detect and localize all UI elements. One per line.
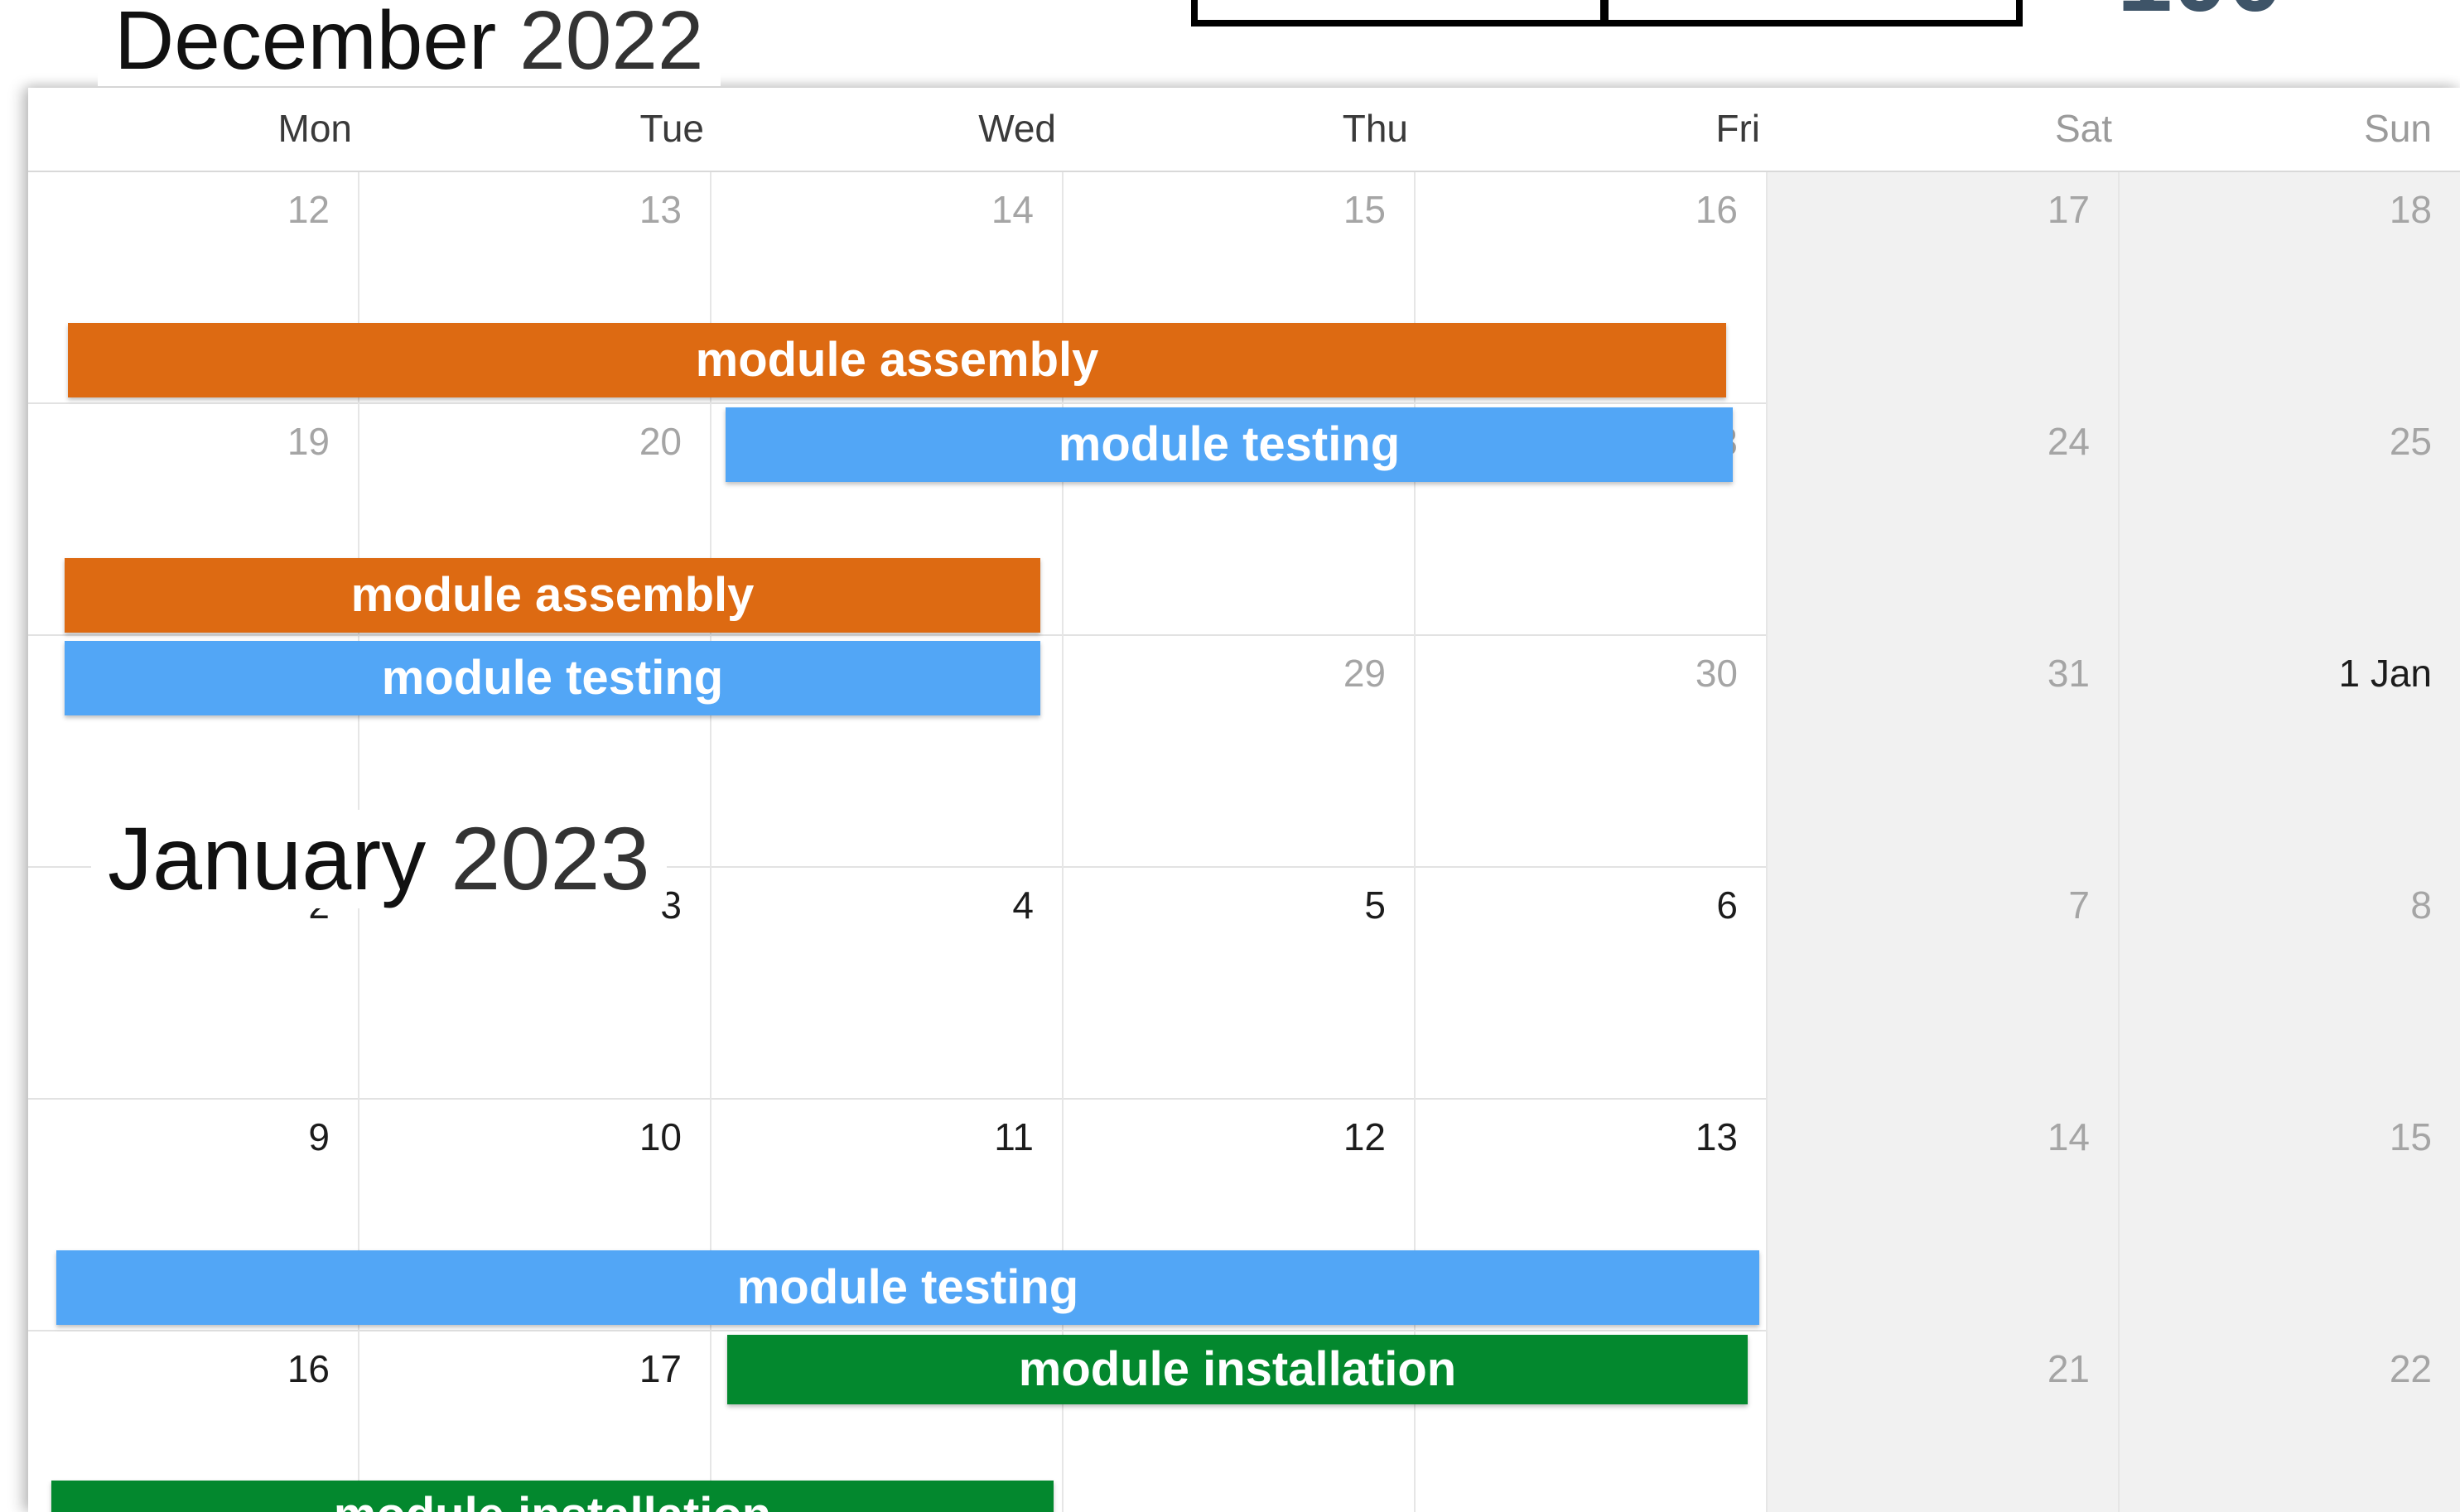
event-module-assembly[interactable]: module assembly (65, 558, 1040, 633)
day-number: 13 (1695, 1115, 1738, 1158)
weekday-header: Mon Tue Wed Thu Fri Sat Sun (28, 88, 2460, 172)
day-number: 17 (2047, 188, 2090, 231)
day-cell[interactable]: 18 (2120, 172, 2460, 404)
calendar-view: Mon Tue Wed Thu Fri Sat Sun 12 13 14 15 … (28, 88, 2460, 1512)
day-number: 12 (287, 188, 330, 231)
day-number: 14 (2047, 1115, 2090, 1158)
day-number: 16 (287, 1347, 330, 1390)
day-cell[interactable]: 30 (1416, 636, 1768, 868)
top-partial-number: 100 (2117, 0, 2283, 26)
day-number: 14 (991, 188, 1034, 231)
day-number: 4 (1012, 884, 1034, 927)
weekday-sun: Sun (2364, 107, 2432, 150)
weekday-fri: Fri (1715, 107, 1760, 150)
weekday-wed: Wed (978, 107, 1056, 150)
day-cell[interactable]: 1 Jan (2120, 636, 2460, 868)
day-cell[interactable]: 15 (2120, 1100, 2460, 1331)
january-month-title: January 2023 (91, 808, 667, 908)
day-cell[interactable]: 25 (2120, 404, 2460, 636)
day-cell[interactable]: 21 (1768, 1331, 2120, 1512)
day-cell[interactable]: 14 (1768, 1100, 2120, 1331)
day-cell[interactable]: 29 (1064, 636, 1416, 868)
day-number: 13 (639, 188, 682, 231)
weekday-sat: Sat (2054, 107, 2112, 150)
weekday-tue: Tue (639, 107, 704, 150)
day-cell[interactable]: 31 (1768, 636, 2120, 868)
calendar-grid: 12 13 14 15 16 17 18 19 20 21 22 23 24 2… (28, 172, 2460, 1512)
day-number: 15 (2389, 1115, 2432, 1158)
day-number: 1 Jan (2338, 652, 2432, 695)
event-module-installation[interactable]: module installation (727, 1335, 1748, 1404)
day-number: 29 (1343, 652, 1386, 695)
day-number: 12 (1343, 1115, 1386, 1158)
day-number: 20 (639, 420, 682, 463)
event-module-testing[interactable]: module testing (726, 407, 1733, 482)
event-module-testing[interactable]: module testing (65, 641, 1040, 715)
day-number: 6 (1716, 884, 1738, 927)
day-number: 7 (2068, 884, 2090, 927)
month-year: 2022 (519, 0, 704, 87)
weekday-thu: Thu (1342, 107, 1408, 150)
top-control-divider (1600, 0, 1609, 20)
day-cell[interactable]: 24 (1768, 404, 2120, 636)
month-name: December (114, 0, 497, 87)
day-number: 8 (2410, 884, 2432, 927)
day-cell[interactable]: 6 (1416, 868, 1768, 1100)
day-number: 30 (1695, 652, 1738, 695)
day-number: 19 (287, 420, 330, 463)
top-control-box[interactable] (1191, 0, 2023, 26)
day-cell[interactable]: 22 (2120, 1331, 2460, 1512)
day-number: 10 (639, 1115, 682, 1158)
day-number: 9 (308, 1115, 330, 1158)
day-number: 22 (2389, 1347, 2432, 1390)
day-cell[interactable]: 7 (1768, 868, 2120, 1100)
day-number: 11 (994, 1115, 1034, 1158)
day-number: 17 (639, 1347, 682, 1390)
day-number: 16 (1695, 188, 1738, 231)
event-module-testing[interactable]: module testing (56, 1250, 1759, 1325)
day-cell[interactable]: 17 (1768, 172, 2120, 404)
weekday-mon: Mon (277, 107, 352, 150)
day-number: 31 (2047, 652, 2090, 695)
day-cell[interactable]: 4 (711, 868, 1064, 1100)
month-year: 2023 (451, 808, 650, 908)
event-module-assembly[interactable]: module assembly (68, 323, 1726, 397)
december-month-title: December 2022 (98, 0, 721, 86)
day-number: 25 (2389, 420, 2432, 463)
day-number: 5 (1364, 884, 1386, 927)
day-cell[interactable]: 5 (1064, 868, 1416, 1100)
month-name: January (108, 808, 427, 908)
event-module-installation[interactable]: module installation (51, 1481, 1054, 1512)
day-number: 24 (2047, 420, 2090, 463)
day-number: 15 (1343, 188, 1386, 231)
day-number: 18 (2389, 188, 2432, 231)
calendar-page: 100 Mon Tue Wed Thu Fri Sat Sun 12 13 14… (0, 0, 2460, 1512)
day-cell[interactable]: 8 (2120, 868, 2460, 1100)
day-number: 21 (2047, 1347, 2090, 1390)
